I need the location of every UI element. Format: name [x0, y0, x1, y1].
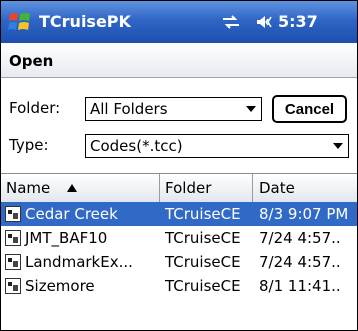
column-header-folder[interactable]: Folder — [165, 179, 211, 197]
file-icon — [5, 206, 21, 222]
file-name: Sizemore — [25, 277, 95, 295]
connectivity-icon[interactable] — [221, 14, 241, 30]
type-label: Type: — [9, 136, 49, 154]
folder-label: Folder: — [9, 99, 61, 117]
file-icon — [5, 230, 21, 246]
file-date: 7/24 4:57.. — [259, 229, 341, 247]
title-bar: TCruisePK 5:37 — [1, 1, 357, 43]
sort-ascending-icon — [67, 184, 77, 192]
file-date: 8/3 9:07 PM — [259, 205, 349, 223]
file-date: 7/24 4:57.. — [259, 253, 341, 271]
windows-start-icon[interactable] — [7, 9, 33, 35]
type-dropdown[interactable]: Codes(*.tcc) — [85, 134, 349, 158]
dialog-title: Open — [9, 52, 54, 70]
list-item[interactable]: JMT_BAF10 TCruiseCE 7/24 4:57.. — [1, 226, 357, 250]
app-title: TCruisePK — [39, 12, 131, 31]
file-name: JMT_BAF10 — [25, 229, 108, 247]
file-name: Cedar Creek — [25, 205, 118, 223]
folder-dropdown[interactable]: All Folders — [85, 97, 262, 121]
column-header-date[interactable]: Date — [259, 179, 295, 197]
file-folder: TCruiseCE — [165, 253, 241, 271]
list-item[interactable]: LandmarkEx... TCruiseCE 7/24 4:57.. — [1, 250, 357, 274]
column-divider[interactable] — [252, 174, 253, 202]
file-folder: TCruiseCE — [165, 229, 241, 247]
folder-value: All Folders — [90, 100, 168, 118]
file-folder: TCruiseCE — [165, 205, 241, 223]
column-header-name[interactable]: Name — [6, 179, 50, 197]
file-icon — [5, 278, 21, 294]
clock[interactable]: 5:37 — [278, 12, 318, 31]
list-header: Name Folder Date — [1, 173, 357, 203]
list-item[interactable]: Cedar Creek TCruiseCE 8/3 9:07 PM — [1, 202, 357, 226]
file-icon — [5, 254, 21, 270]
chevron-down-icon[interactable] — [328, 135, 348, 157]
type-value: Codes(*.tcc) — [90, 137, 183, 155]
chevron-down-icon[interactable] — [241, 98, 261, 120]
file-date: 8/1 11:41.. — [259, 277, 341, 295]
open-dialog: TCruisePK 5:37 Open Folder: All Folders … — [0, 0, 358, 331]
volume-icon[interactable] — [255, 13, 273, 31]
cancel-button[interactable]: Cancel — [272, 95, 347, 123]
column-divider[interactable] — [159, 174, 160, 202]
file-name: LandmarkEx... — [25, 253, 133, 271]
file-folder: TCruiseCE — [165, 277, 241, 295]
list-item[interactable]: Sizemore TCruiseCE 8/1 11:41.. — [1, 274, 357, 298]
dialog-header: Open — [1, 43, 357, 78]
